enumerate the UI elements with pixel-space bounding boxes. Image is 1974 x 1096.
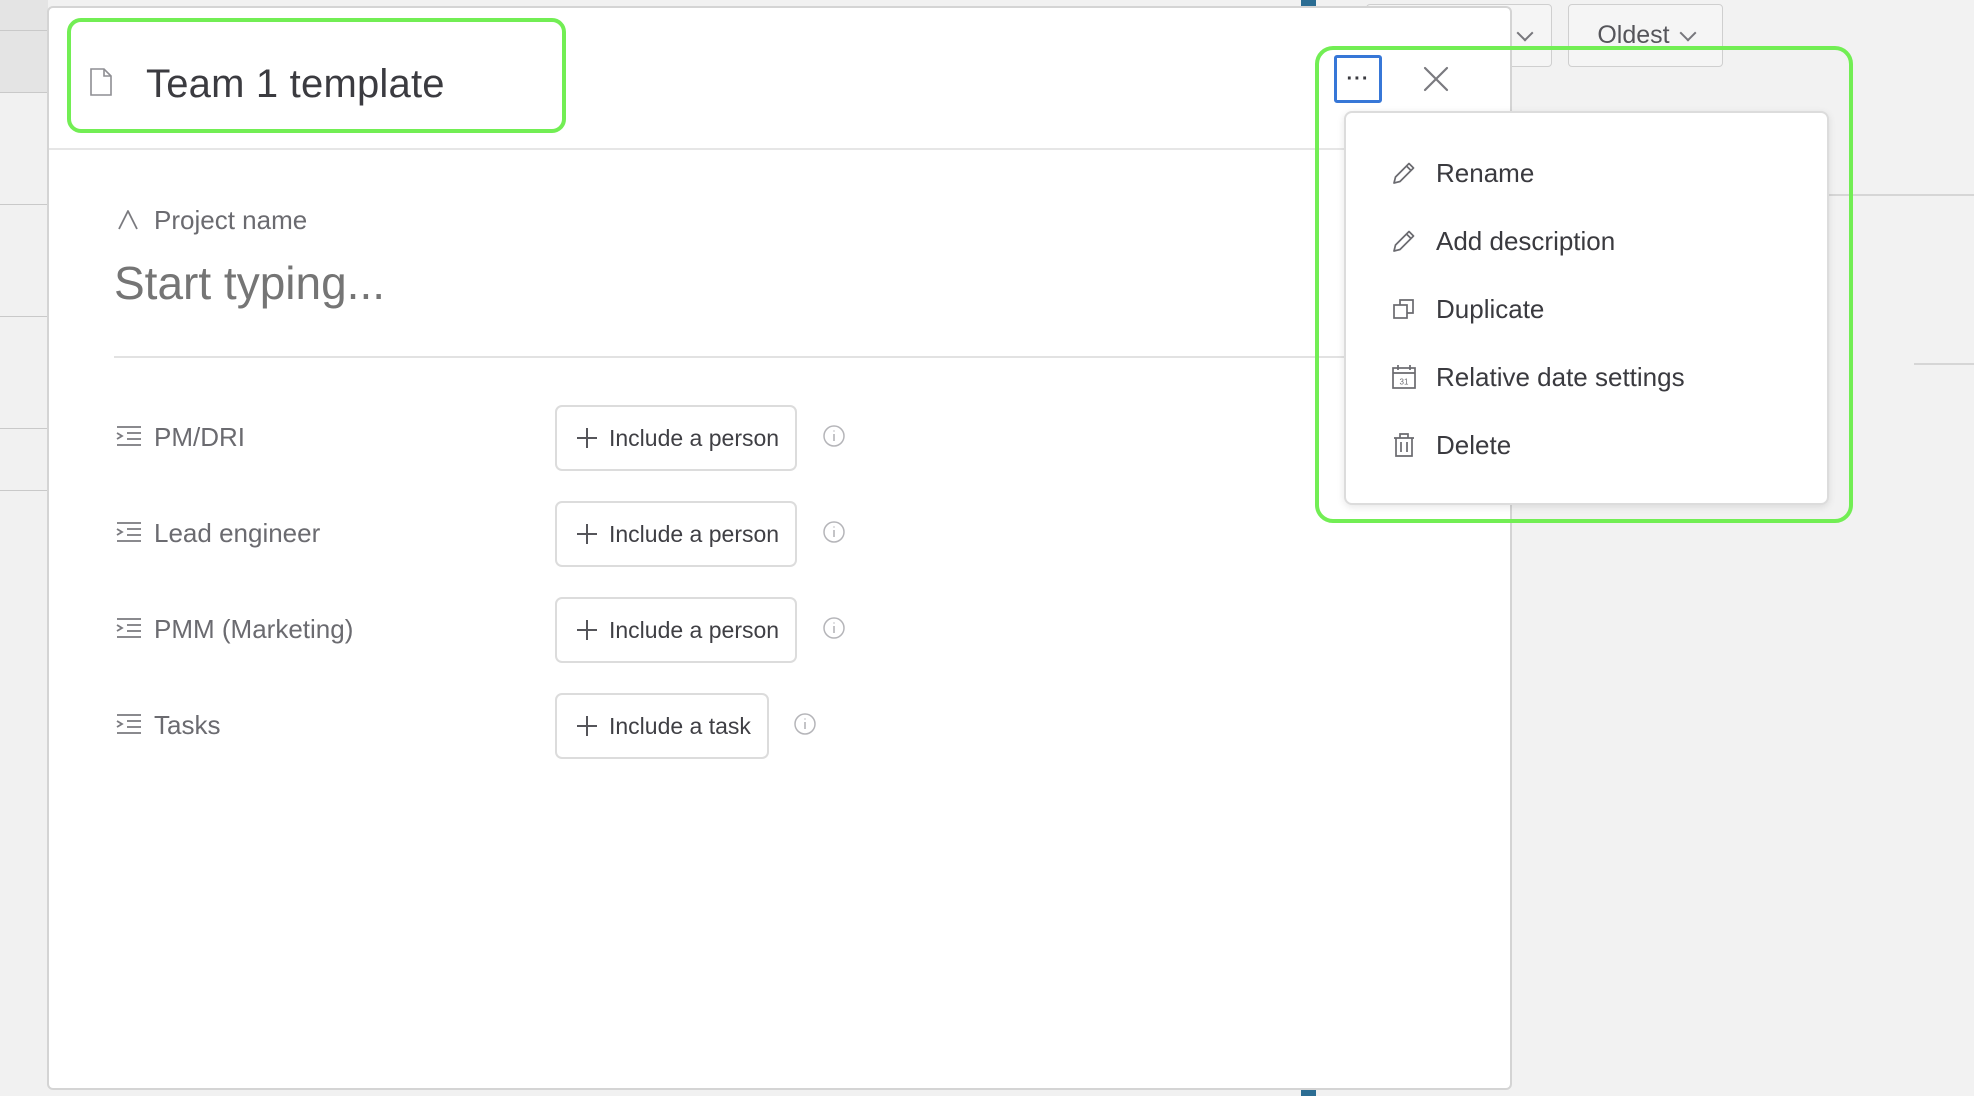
- plus-icon: [577, 620, 597, 640]
- text-field-icon: [118, 210, 138, 230]
- menu-item-label: Delete: [1436, 429, 1512, 460]
- background-list: [0, 0, 48, 1096]
- menu-item-label: Duplicate: [1436, 293, 1545, 324]
- indent-list-icon: [116, 426, 141, 446]
- menu-item-label: Rename: [1436, 157, 1535, 188]
- indent-list-icon: [116, 522, 141, 542]
- include-person-button[interactable]: Include a person: [555, 501, 798, 567]
- document-icon: [90, 68, 112, 96]
- pm-dri-label: PM/DRI: [154, 422, 245, 452]
- background-row-divider: [0, 490, 48, 491]
- svg-text:31: 31: [1400, 378, 1409, 387]
- indent-list-icon: [116, 618, 141, 638]
- include-button-label: Include a person: [609, 616, 780, 643]
- background-row-divider: [0, 92, 48, 93]
- info-icon[interactable]: [822, 520, 846, 544]
- template-modal: Team 1 template ··· Project name PM/DRI …: [47, 6, 1512, 1090]
- options-menu: Rename Add description Duplicate 31 Rela…: [1344, 111, 1829, 505]
- background-row-divider: [0, 204, 48, 205]
- background-row-divider: [0, 316, 48, 317]
- modal-header: Team 1 template ···: [49, 8, 1510, 150]
- background-row-divider: [0, 428, 48, 429]
- menu-item-label: Add description: [1436, 225, 1616, 256]
- include-button-label: Include a task: [609, 712, 751, 739]
- modal-title[interactable]: Team 1 template: [146, 62, 445, 107]
- background-row-divider: [1914, 363, 1974, 365]
- include-person-button[interactable]: Include a person: [555, 405, 798, 471]
- pencil-icon: [1393, 162, 1415, 184]
- plus-icon: [577, 524, 597, 544]
- menu-item-relative-date-settings[interactable]: 31 Relative date settings: [1346, 343, 1827, 411]
- include-person-button[interactable]: Include a person: [555, 597, 798, 663]
- menu-item-duplicate[interactable]: Duplicate: [1346, 275, 1827, 343]
- trash-icon: [1394, 433, 1414, 457]
- duplicate-icon: [1393, 299, 1414, 319]
- plus-icon: [577, 716, 597, 736]
- menu-item-rename[interactable]: Rename: [1346, 139, 1827, 207]
- pmm-marketing-label: PMM (Marketing): [154, 614, 354, 644]
- include-button-label: Include a person: [609, 520, 780, 547]
- menu-item-delete[interactable]: Delete: [1346, 411, 1827, 479]
- info-icon[interactable]: [793, 712, 817, 736]
- chevron-down-icon: [1679, 24, 1697, 41]
- include-task-button[interactable]: Include a task: [555, 693, 769, 759]
- background-row-divider: [0, 30, 48, 31]
- plus-icon: [577, 428, 597, 448]
- indent-list-icon: [116, 714, 141, 734]
- menu-item-add-description[interactable]: Add description: [1346, 207, 1827, 275]
- include-button-label: Include a person: [609, 424, 780, 451]
- tasks-label: Tasks: [154, 710, 221, 740]
- lead-engineer-label: Lead engineer: [154, 518, 321, 548]
- background-header-shade: [0, 0, 48, 92]
- info-icon[interactable]: [822, 616, 846, 640]
- pencil-icon: [1393, 230, 1415, 252]
- section-divider: [114, 356, 1510, 358]
- calendar-icon: 31: [1392, 365, 1416, 389]
- title-highlight: Team 1 template: [67, 18, 566, 133]
- chevron-down-icon: [1516, 24, 1534, 41]
- project-name-input[interactable]: [114, 256, 1314, 310]
- project-name-label: Project name: [154, 205, 308, 235]
- info-icon[interactable]: [822, 424, 846, 448]
- menu-item-label: Relative date settings: [1436, 361, 1685, 392]
